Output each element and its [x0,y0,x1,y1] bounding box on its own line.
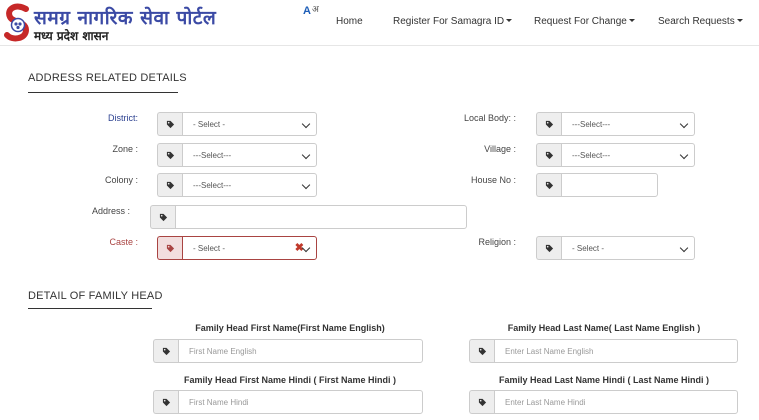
nav-home-label: Home [336,16,363,27]
font-toggle-english[interactable]: A [303,5,311,17]
family-section-title: DETAIL OF FAMILY HEAD [28,290,163,302]
nav-register[interactable]: Register For Samagra ID [393,16,513,27]
chevron-down-icon [679,150,689,160]
address-section-title: ADDRESS RELATED DETAILS [28,72,187,84]
religion-label: Religion : [478,237,516,247]
chevron-down-icon [301,180,311,190]
samagra-logo-icon[interactable] [4,3,32,43]
religion-select-text: - Select - [572,243,605,253]
first-name-hi-label: Family Head First Name Hindi ( First Nam… [183,375,397,385]
last-name-en-field[interactable]: Enter Last Name English [469,339,738,363]
tag-icon [469,390,494,414]
address-section-divider [28,92,178,93]
tag-icon [157,236,182,260]
address-label: Address : [91,206,130,216]
caste-select-value[interactable]: - Select - ✖ [182,236,317,260]
local-body-label: Local Body: : [463,113,516,123]
last-name-hi-field[interactable]: Enter Last Name Hindi [469,390,738,414]
last-name-hi-input[interactable]: Enter Last Name Hindi [494,390,738,414]
caste-label: Caste : [109,237,138,247]
local-body-select-value[interactable]: ---Select--- [561,112,695,136]
colony-select-text: ---Select--- [193,180,232,190]
last-name-hi-label: Family Head Last Name Hindi ( Last Name … [498,375,710,385]
nav-search-requests[interactable]: Search Requests [658,16,743,27]
house-no-label: House No : [470,175,516,185]
caste-select-text: - Select - [193,243,226,253]
district-select[interactable]: - Select - [157,112,317,136]
religion-select[interactable]: - Select - [536,236,695,260]
first-name-en-label: Family Head First Name(First Name Englis… [195,323,385,333]
zone-select[interactable]: ---Select--- [157,143,317,167]
first-name-hi-field[interactable]: First Name Hindi [153,390,423,414]
zone-select-text: ---Select--- [193,150,232,160]
tag-icon [536,112,561,136]
site-header: समग्र नागरिक सेवा पोर्टल मध्य प्रदेश शास… [0,0,759,46]
font-toggle-hindi[interactable]: अ [312,4,319,14]
first-name-en-input[interactable]: First Name English [178,339,423,363]
language-toggle[interactable]: Aअ [303,2,319,17]
zone-select-value[interactable]: ---Select--- [182,143,317,167]
local-body-select[interactable]: ---Select--- [536,112,695,136]
district-select-text: - Select - [193,119,226,129]
colony-select[interactable]: ---Select--- [157,173,317,197]
house-no-field[interactable] [536,173,658,197]
portal-subtitle: मध्य प्रदेश शासन [34,29,109,43]
tag-icon [536,143,561,167]
tag-icon [469,339,494,363]
tag-icon [157,173,182,197]
address-input[interactable] [175,205,467,229]
tag-icon [150,205,175,229]
district-select-value[interactable]: - Select - [182,112,317,136]
religion-select-value[interactable]: - Select - [561,236,695,260]
caret-down-icon [506,19,513,22]
zone-label: Zone : [112,144,138,154]
nav-request-change[interactable]: Request For Change [534,16,635,27]
nav-register-label: Register For Samagra ID [393,16,505,27]
address-field[interactable] [150,205,467,229]
local-body-select-text: ---Select--- [572,119,611,129]
village-label: Village : [484,144,516,154]
family-section-divider [28,308,152,309]
village-select-text: ---Select--- [572,150,611,160]
nav-request-change-label: Request For Change [534,16,627,27]
district-label: District: [108,113,138,123]
nav-home[interactable]: Home [336,16,363,27]
house-no-input[interactable] [561,173,658,197]
tag-icon [536,236,561,260]
tag-icon [153,339,178,363]
nav-search-requests-label: Search Requests [658,16,735,27]
village-select[interactable]: ---Select--- [536,143,695,167]
caste-select[interactable]: - Select - ✖ [157,236,317,260]
caret-down-icon [736,19,743,22]
tag-icon [157,112,182,136]
last-name-en-input[interactable]: Enter Last Name English [494,339,738,363]
last-name-en-label: Family Head Last Name( Last Name English… [507,323,701,333]
chevron-down-icon [301,119,311,129]
chevron-down-icon [679,243,689,253]
chevron-down-icon [301,150,311,160]
colony-label: Colony : [104,175,138,185]
colony-select-value[interactable]: ---Select--- [182,173,317,197]
tag-icon [157,143,182,167]
first-name-hi-input[interactable]: First Name Hindi [178,390,423,414]
tag-icon [153,390,178,414]
chevron-down-icon [679,119,689,129]
tag-icon [536,173,561,197]
village-select-value[interactable]: ---Select--- [561,143,695,167]
first-name-en-field[interactable]: First Name English [153,339,423,363]
caret-down-icon [628,19,635,22]
